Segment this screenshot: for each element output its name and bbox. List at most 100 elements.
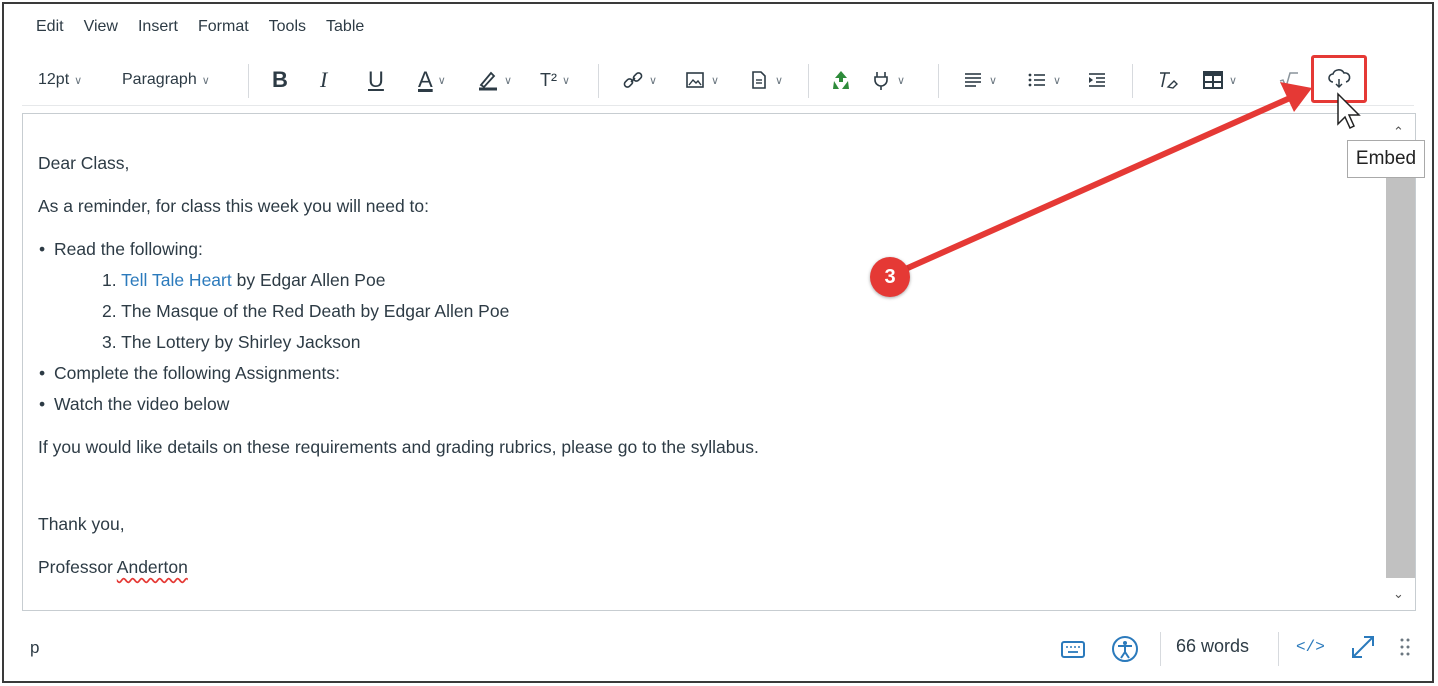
expand-icon [1352,636,1374,658]
reading-text: The Masque of the Red Death by Edgar All… [121,301,510,321]
reading-author: by Edgar Allen Poe [231,270,386,290]
plug-icon [874,72,888,90]
greeting: Dear Class, [38,153,130,173]
equation-button[interactable] [1278,54,1300,106]
chevron-down-icon: ∨ [989,74,998,87]
block-format-value: Paragraph [122,71,197,88]
grip-icon [1400,638,1410,656]
fullscreen-button[interactable] [1348,632,1378,667]
bulleted-list-icon [1028,73,1045,87]
document-button[interactable]: ∨ [748,54,783,106]
step-badge: 3 [870,257,910,297]
status-divider [1160,632,1161,666]
bullet-assignments: Complete the following Assignments: [38,358,1358,389]
document-icon [752,71,766,89]
link-icon [623,72,643,88]
reading-item-3: 3. The Lottery by Shirley Jackson [38,327,1358,358]
bullet-video: Watch the video below [38,389,1358,420]
bold-button[interactable]: B [272,54,288,106]
document-body: Dear Class, As a reminder, for class thi… [38,148,1358,583]
recycle-apps-button[interactable] [830,54,852,106]
align-left-icon [965,73,981,87]
menu-tools[interactable]: Tools [269,18,306,44]
word-count: 66 words [1176,636,1250,656]
html-editor-toggle[interactable]: </> [1296,638,1325,656]
menu-bar: Edit View Insert Format Tools Table [36,18,364,44]
font-size-value: 12pt [38,71,70,88]
text-color-button[interactable]: A ∨ [418,54,446,106]
accessibility-icon [1112,636,1138,662]
table-icon [1203,71,1223,89]
image-icon [686,72,704,88]
cloud-embed-icon [1328,69,1351,89]
chevron-down-icon: ∨ [711,74,720,87]
indent-icon [1089,73,1105,87]
reading-text: The Lottery by Shirley Jackson [121,332,361,352]
resize-handle[interactable] [1398,634,1412,667]
list-number: 3. [102,332,117,352]
menu-view[interactable]: View [84,18,118,44]
menu-insert[interactable]: Insert [138,18,178,44]
vertical-scrollbar[interactable]: ⌃ ⌄ [1385,124,1415,601]
menu-table[interactable]: Table [326,18,364,44]
menu-format[interactable]: Format [198,18,249,44]
plugin-button[interactable]: ∨ [870,54,905,106]
chevron-down-icon: ∨ [562,74,571,87]
chevron-down-icon: ∨ [897,74,906,87]
scrollbar-thumb[interactable] [1386,148,1415,578]
italic-button[interactable]: I [320,54,327,106]
accessibility-checker-button[interactable] [1110,634,1140,669]
keyboard-shortcuts-button[interactable] [1058,634,1088,669]
editor-content-area[interactable]: Dear Class, As a reminder, for class thi… [22,113,1416,611]
list-number: 1. [102,270,117,290]
scroll-up-icon[interactable]: ⌃ [1393,124,1404,140]
font-size-dropdown[interactable]: 12pt ∨ [38,54,82,106]
superscript-button[interactable]: T² ∨ [540,54,570,106]
clear-formatting-button[interactable] [1156,54,1180,106]
underline-icon: U [368,67,384,92]
chevron-down-icon: ∨ [74,74,83,87]
list-button[interactable]: ∨ [1026,54,1061,106]
embed-tooltip: Embed [1347,140,1425,178]
table-button[interactable]: ∨ [1202,54,1237,106]
chevron-down-icon: ∨ [775,74,784,87]
scroll-down-icon[interactable]: ⌄ [1393,586,1404,602]
bold-icon: B [272,67,288,92]
toolbar-divider [938,64,939,98]
chevron-down-icon: ∨ [437,74,446,87]
status-bar: p 66 words </> [22,612,1416,682]
underline-button[interactable]: U [368,54,384,106]
chevron-down-icon: ∨ [1229,74,1238,87]
intro-paragraph: As a reminder, for class this week you w… [38,196,430,216]
toolbar-divider [808,64,809,98]
chevron-down-icon: ∨ [649,74,658,87]
highlight-color-button[interactable]: ∨ [477,54,512,106]
highlighter-icon [479,71,497,91]
italic-icon: I [320,67,328,92]
keyboard-icon [1061,641,1085,658]
bullet-read: Read the following: [38,234,1358,265]
image-button[interactable]: ∨ [684,54,719,106]
toolbar-divider [1132,64,1133,98]
square-root-icon [1279,72,1298,90]
embed-button[interactable] [1311,55,1367,103]
link-button[interactable]: ∨ [622,54,657,106]
details-paragraph: If you would like details on these requi… [38,437,759,457]
tell-tale-heart-link[interactable]: Tell Tale Heart [121,270,232,290]
indent-button[interactable] [1086,54,1108,106]
toolbar: 12pt ∨ Paragraph ∨ B I U A ∨ ∨ T² ∨ ∨ ∨ … [22,54,1414,106]
block-format-dropdown[interactable]: Paragraph ∨ [122,54,210,106]
closing-line: Thank you, [38,514,125,534]
superscript-icon: T² [540,69,557,90]
signature-title: Professor [38,557,113,577]
align-button[interactable]: ∨ [962,54,997,106]
status-divider [1278,632,1279,666]
chevron-down-icon: ∨ [504,74,513,87]
recycle-icon [833,71,849,89]
menu-edit[interactable]: Edit [36,18,64,44]
chevron-down-icon: ∨ [201,74,210,87]
clear-formatting-icon [1160,72,1178,89]
element-path[interactable]: p [30,638,39,658]
signature: Professor Anderton [38,552,1358,583]
text-color-icon: A [418,67,433,92]
